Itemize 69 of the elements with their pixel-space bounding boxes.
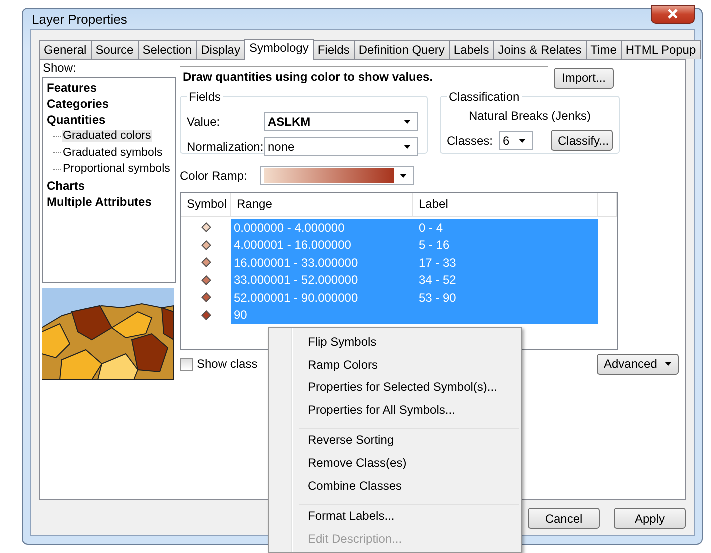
close-icon	[668, 9, 678, 19]
tab[interactable]: HTML Popup	[620, 40, 702, 59]
range-cell-text: 0.000000 - 4.000000	[233, 220, 346, 235]
checkbox[interactable]	[180, 358, 193, 370]
range-cell-text: 52.000001 - 90.000000	[233, 290, 360, 305]
tab[interactable]: Source	[90, 40, 139, 59]
tree-item[interactable]: Quantities	[47, 112, 171, 128]
tab[interactable]: Symbology	[244, 39, 314, 60]
range-cell-text: 33.000001 - 52.000000	[233, 273, 360, 288]
color-ramp-label: Color Ramp:	[180, 168, 248, 182]
normalization-dropdown[interactable]: none	[264, 137, 418, 156]
caret-icon	[400, 174, 407, 178]
range-cell-text: 4.000001 - 16.000000	[233, 238, 352, 252]
tab[interactable]: Time	[586, 40, 622, 59]
show-label: Show:	[42, 62, 78, 75]
window-title: Layer Properties	[31, 12, 128, 26]
group-title: Classification	[447, 90, 522, 104]
menu-item[interactable]: Reverse Sorting	[299, 428, 519, 452]
tab[interactable]: General	[39, 40, 92, 59]
menu-item[interactable]: Remove Class(es)	[299, 452, 519, 475]
label-cell-text: 5 - 16	[418, 238, 451, 252]
tree-item[interactable]: Features	[47, 80, 171, 96]
label-cell-text: 53 - 90	[418, 290, 458, 305]
column-header[interactable]: Symbol	[181, 193, 231, 216]
tab[interactable]: Definition Query	[354, 40, 450, 59]
tree-item[interactable]: Graduated symbols	[62, 146, 164, 159]
method-text: Natural Breaks (Jenks)	[468, 109, 592, 125]
advanced-button[interactable]: Advanced	[597, 354, 679, 374]
tab[interactable]: Selection	[138, 40, 198, 59]
tree-item[interactable]: Charts	[47, 178, 171, 194]
menu-item[interactable]: Properties for Selected Symbol(s)...	[299, 376, 519, 399]
tab[interactable]: Joins & Relates	[493, 40, 587, 59]
checkbox-label: Show class	[197, 357, 258, 371]
menu-item[interactable]: Format Labels...	[299, 504, 519, 528]
column-header[interactable]: Range	[231, 193, 413, 216]
classify-button[interactable]: Classify...	[551, 130, 613, 151]
menu-item[interactable]: Combine Classes	[299, 474, 519, 498]
column-header[interactable]: Label	[413, 193, 598, 216]
tree-item[interactable]: Graduated colors	[62, 130, 152, 142]
range-cell-text: 90	[233, 308, 248, 322]
tree-item[interactable]: Multiple Attributes	[47, 194, 171, 210]
tab[interactable]: Fields	[312, 40, 355, 59]
tab[interactable]: Display	[196, 40, 246, 59]
dialog-button[interactable]: Cancel	[528, 508, 600, 529]
group-title: Fields	[187, 90, 224, 104]
label-cell-text: 34 - 52	[418, 273, 458, 288]
normalization-label: Normalization:	[187, 140, 264, 154]
classes-label: Classes:	[447, 134, 494, 148]
menu-item[interactable]: Properties for All Symbols...	[299, 398, 519, 422]
tree-item[interactable]: Proportional symbols	[62, 163, 172, 176]
description-text: Draw quantities using color to show values.	[180, 66, 548, 86]
caret-icon	[404, 144, 411, 148]
value-label: Value:	[187, 114, 222, 128]
caret-icon	[665, 362, 672, 366]
value-dropdown[interactable]: ASLKM	[264, 112, 418, 131]
menu-item[interactable]: Flip Symbols	[299, 331, 519, 354]
classes-dropdown[interactable]: 6	[499, 131, 533, 150]
dialog-button[interactable]: Apply	[614, 508, 686, 529]
label-cell-text: 0 - 4	[418, 220, 444, 235]
tree-item[interactable]: Categories	[47, 96, 171, 112]
close-button[interactable]	[651, 4, 695, 24]
label-cell-text: 17 - 33	[418, 256, 458, 270]
caret-icon	[404, 120, 411, 124]
menu-item[interactable]: Ramp Colors	[299, 354, 519, 376]
range-cell-text: 16.000001 - 33.000000	[233, 256, 360, 270]
caret-icon	[519, 138, 526, 142]
tab[interactable]: Labels	[448, 40, 494, 59]
color-ramp-dropdown[interactable]	[260, 166, 414, 185]
import-button[interactable]: Import...	[554, 68, 614, 88]
